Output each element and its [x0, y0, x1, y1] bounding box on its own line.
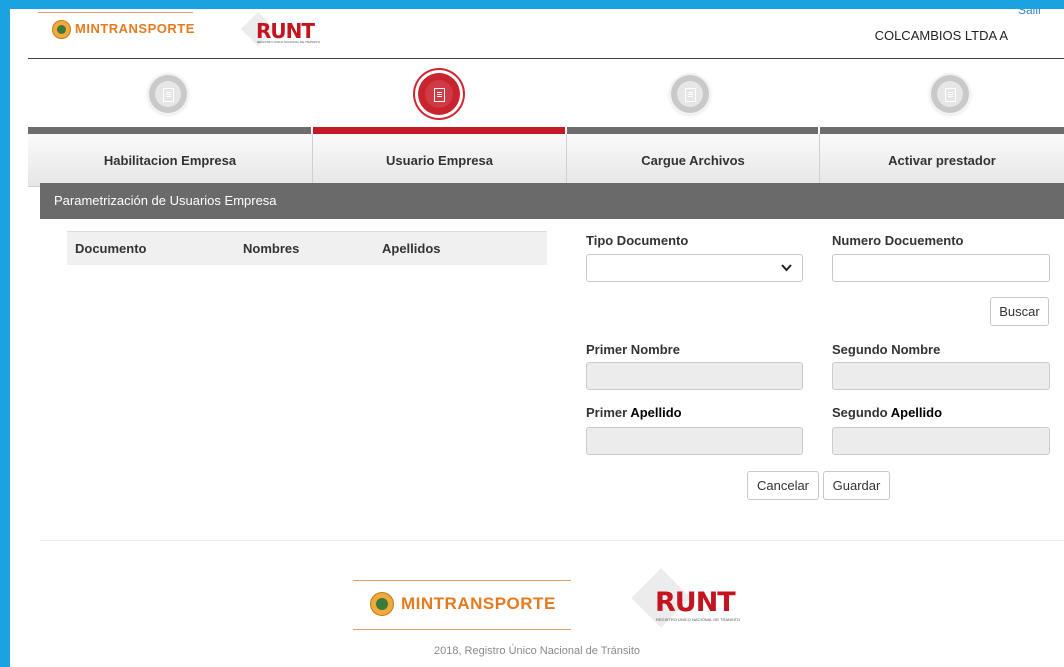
colombia-shield-icon — [370, 592, 394, 616]
tab-activar-prestador[interactable]: Activar prestador — [820, 134, 1064, 187]
footer-mintransporte-logo-text: MINTRANSPORTE — [401, 594, 556, 613]
tipo-documento-select[interactable] — [586, 254, 803, 282]
segundo-nombre-field[interactable] — [832, 362, 1050, 390]
primer-apellido-label-part-1: Primer — [586, 405, 631, 420]
tab-3-indicator — [567, 127, 818, 134]
cancelar-button[interactable]: Cancelar — [747, 471, 819, 500]
segundo-apellido-label: Segundo Apellido — [832, 405, 942, 420]
tab-cargue-archivos[interactable]: Cargue Archivos — [567, 134, 820, 187]
primer-apellido-field[interactable] — [586, 427, 803, 455]
chevron-down-icon — [781, 261, 792, 275]
page-frame: MINTRANSPORTE RUNT REGISTRO ÚNICO NACION… — [10, 9, 1064, 667]
company-name: COLCAMBIOS LTDA A — [874, 28, 1008, 43]
panel-title: Parametrización de Usuarios Empresa — [40, 183, 1064, 219]
footer-runt-logo-text: RUNT — [655, 587, 736, 618]
segundo-apellido-label-part-1: Segundo — [832, 405, 891, 420]
column-header-nombres: Nombres — [243, 241, 300, 256]
column-header-apellidos: Apellidos — [382, 241, 441, 256]
guardar-button[interactable]: Guardar — [823, 471, 890, 500]
document-icon — [945, 88, 956, 102]
step-2-circle[interactable] — [418, 73, 460, 115]
document-icon — [434, 88, 445, 102]
tab-1-indicator — [28, 127, 311, 134]
footer-runt-logo-subtitle: REGISTRO ÚNICO NACIONAL DE TRÁNSITO — [656, 617, 741, 622]
document-icon — [685, 88, 696, 102]
footer-copyright: 2018, Registro Único Nacional de Tránsit… — [433, 645, 641, 657]
header-divider — [28, 58, 1064, 59]
column-header-documento: Documento — [75, 241, 147, 256]
primer-nombre-field[interactable] — [586, 362, 803, 390]
tab-4-indicator — [820, 127, 1064, 134]
numero-documento-input[interactable] — [832, 254, 1050, 282]
users-table-header: Documento Nombres Apellidos — [67, 231, 547, 265]
mintransporte-logo-text: MINTRANSPORTE — [75, 21, 195, 36]
primer-nombre-label: Primer Nombre — [586, 342, 680, 357]
buscar-button[interactable]: Buscar — [990, 297, 1049, 326]
segundo-apellido-field[interactable] — [832, 427, 1050, 455]
tab-habilitacion-empresa[interactable]: Habilitacion Empresa — [28, 134, 313, 187]
colombia-shield-icon — [52, 20, 71, 39]
logout-link[interactable]: Salir — [1018, 9, 1042, 17]
segundo-nombre-label: Segundo Nombre — [832, 342, 941, 357]
primer-apellido-label-part-2: Apellido — [630, 405, 682, 420]
step-1-circle[interactable] — [149, 75, 187, 113]
step-4-circle[interactable] — [931, 75, 969, 113]
numero-documento-label: Numero Docuemento — [832, 233, 964, 248]
tab-2-indicator — [313, 127, 565, 134]
step-3-circle[interactable] — [671, 75, 709, 113]
primer-apellido-label: Primer Apellido — [586, 405, 682, 420]
tab-usuario-empresa[interactable]: Usuario Empresa — [313, 134, 567, 187]
document-icon — [163, 88, 174, 102]
runt-logo-subtitle: REGISTRO ÚNICO NACIONAL DE TRÁNSITO — [257, 40, 321, 44]
tipo-documento-label: Tipo Documento — [586, 233, 689, 248]
segundo-apellido-label-part-2: Apellido — [890, 405, 943, 420]
